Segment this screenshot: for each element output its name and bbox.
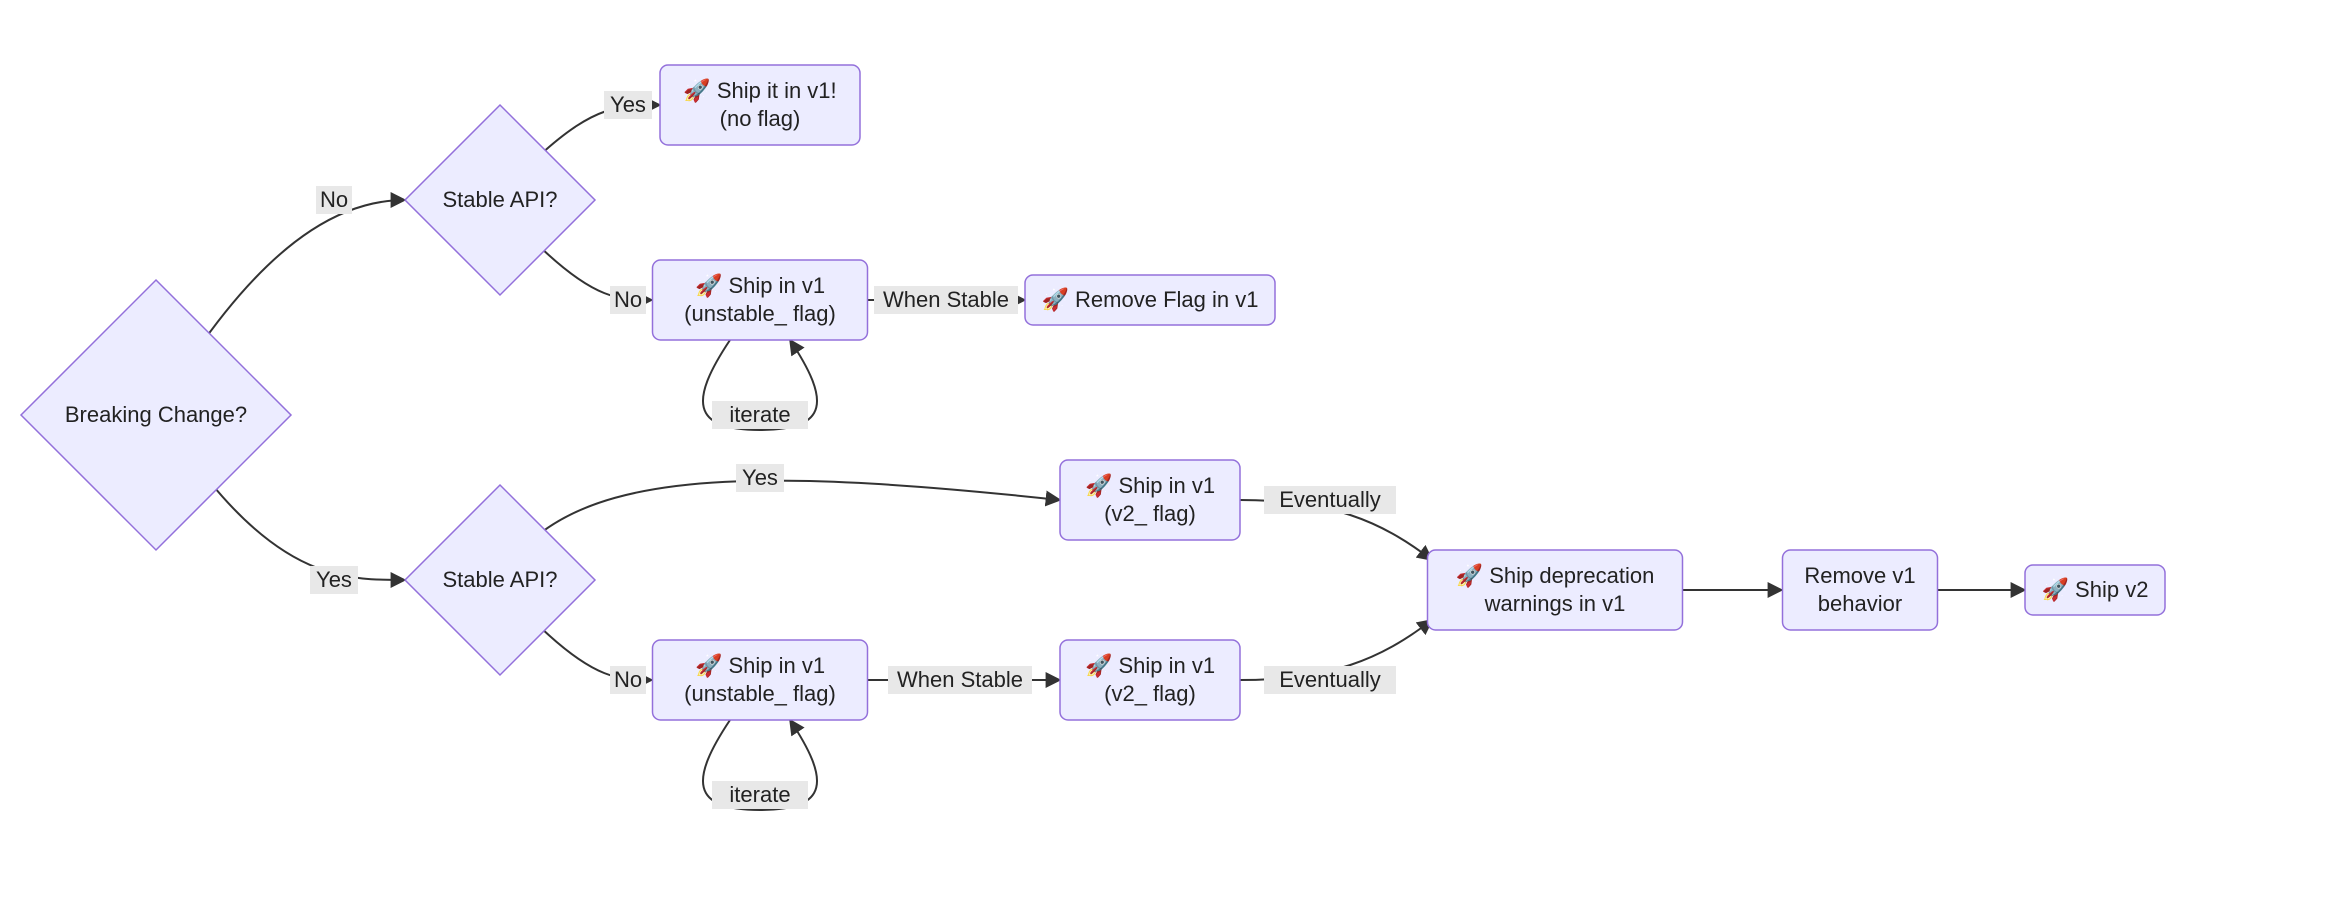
edge-label-ship_v1_unstable_top__remove_flag_v1: When Stable — [883, 287, 1009, 312]
edge-breaking_change__stable_api_bottom — [210, 482, 405, 580]
node-text-ship_deprecation-line0: 🚀 Ship deprecation — [1456, 563, 1655, 588]
node-text-ship_v1_v2flag_bottom-line1: (v2_ flag) — [1104, 681, 1196, 706]
node-text-remove_v1-line1: behavior — [1818, 591, 1902, 616]
node-ship_v1_noflag: 🚀 Ship it in v1! (no flag) — [660, 65, 860, 145]
node-ship_v1_v2flag_bottom: 🚀 Ship in v1 (v2_ flag) — [1060, 640, 1240, 720]
node-text-ship_v1_noflag-line1: (no flag) — [720, 106, 801, 131]
edge-label-stable_api_bottom__ship_v1_v2flag_top: Yes — [742, 465, 778, 490]
node-ship_v1_unstable_top: 🚀 Ship in v1 (unstable_ flag) — [653, 260, 868, 340]
node-text-ship_v2-line0: 🚀 Ship v2 — [2042, 577, 2149, 602]
node-text-ship_v1_v2flag_top-line1: (v2_ flag) — [1104, 501, 1196, 526]
node-text-ship_v1_v2flag_top-line0: 🚀 Ship in v1 — [1085, 473, 1215, 498]
node-breaking_change: Breaking Change? — [21, 280, 291, 550]
node-ship_v1_v2flag_top: 🚀 Ship in v1 (v2_ flag) — [1060, 460, 1240, 540]
node-text-stable_api_bottom-line0: Stable API? — [443, 567, 558, 592]
edge-breaking_change__stable_api_top — [195, 200, 405, 353]
node-text-remove_v1-line0: Remove v1 — [1804, 563, 1915, 588]
edge-label-ship_v1_v2flag_bottom__ship_deprecation: Eventually — [1279, 667, 1381, 692]
edge-label-ship_v1_unstable_bottom__ship_v1_v2flag_bottom: When Stable — [897, 667, 1023, 692]
edge-label-stable_api_bottom__ship_v1_unstable_bottom: No — [614, 667, 642, 692]
flowchart-canvas: No Yes Yes No iterate When Stable Yes No iterate… — [0, 0, 2332, 900]
edge-label-stable_api_top__ship_v1_unstable_top: No — [614, 287, 642, 312]
edge-label-ship_v1_unstable_top__self: iterate — [729, 402, 790, 427]
edge-label-ship_v1_unstable_bottom__self: iterate — [729, 782, 790, 807]
node-text-ship_v1_unstable_top-line1: (unstable_ flag) — [684, 301, 836, 326]
node-stable_api_bottom: Stable API? — [405, 485, 595, 675]
node-remove_v1: Remove v1 behavior — [1783, 550, 1938, 630]
node-text-ship_v1_v2flag_bottom-line0: 🚀 Ship in v1 — [1085, 653, 1215, 678]
node-text-ship_v1_unstable_bottom-line0: 🚀 Ship in v1 — [695, 653, 825, 678]
node-text-ship_v1_unstable_bottom-line1: (unstable_ flag) — [684, 681, 836, 706]
node-ship_deprecation: 🚀 Ship deprecation warnings in v1 — [1428, 550, 1683, 630]
node-ship_v2: 🚀 Ship v2 — [2025, 565, 2165, 615]
node-text-remove_flag_v1-line0: 🚀 Remove Flag in v1 — [1042, 287, 1259, 312]
node-text-ship_deprecation-line1: warnings in v1 — [1484, 591, 1626, 616]
edge-label-stable_api_top__ship_v1_noflag: Yes — [610, 92, 646, 117]
node-text-ship_v1_noflag-line0: 🚀 Ship it in v1! — [683, 78, 836, 103]
edge-label-ship_v1_v2flag_top__ship_deprecation: Eventually — [1279, 487, 1381, 512]
edge-stable_api_bottom__ship_v1_v2flag_top — [538, 481, 1060, 535]
edge-label-breaking_change__stable_api_bottom: Yes — [316, 567, 352, 592]
node-text-ship_v1_unstable_top-line0: 🚀 Ship in v1 — [695, 273, 825, 298]
node-ship_v1_unstable_bottom: 🚀 Ship in v1 (unstable_ flag) — [653, 640, 868, 720]
edge-label-breaking_change__stable_api_top: No — [320, 187, 348, 212]
node-remove_flag_v1: 🚀 Remove Flag in v1 — [1025, 275, 1275, 325]
node-text-stable_api_top-line0: Stable API? — [443, 187, 558, 212]
node-text-breaking_change-line0: Breaking Change? — [65, 402, 247, 427]
